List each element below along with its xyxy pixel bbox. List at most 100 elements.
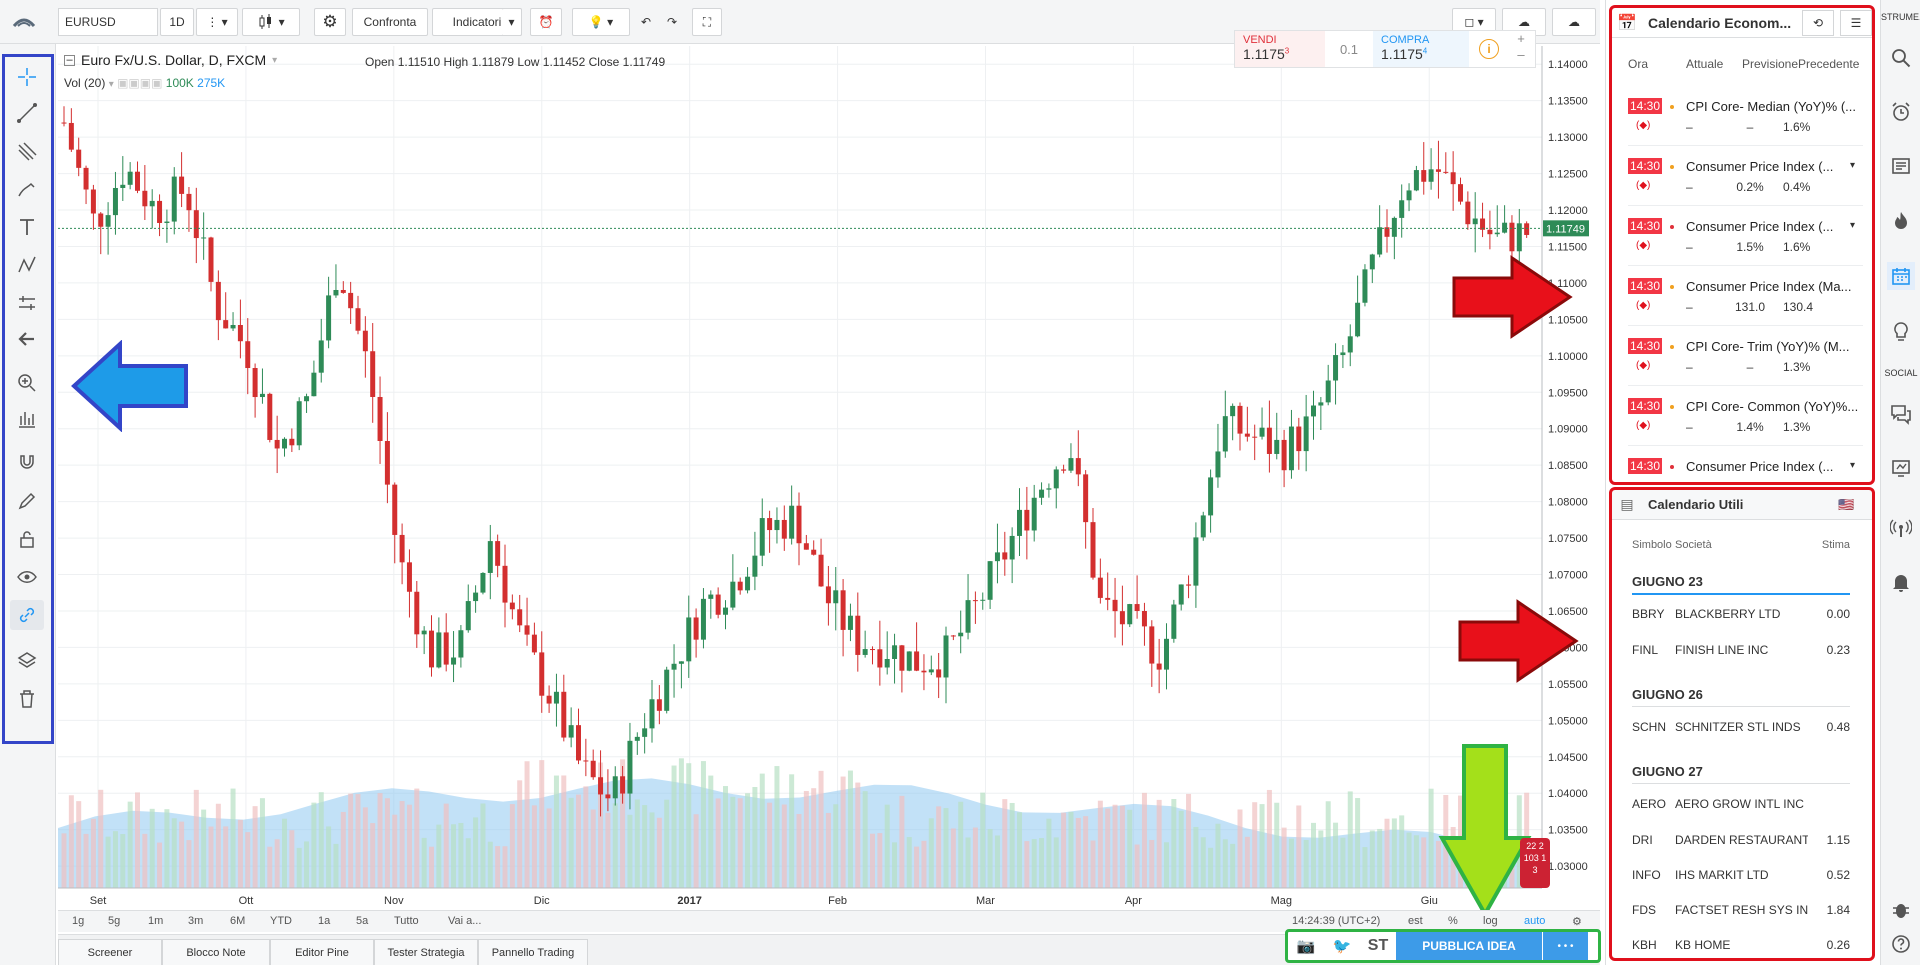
expand-icon[interactable]: ▾ <box>1850 220 1855 231</box>
publish-idea-button[interactable]: PUBBLICA IDEA <box>1396 932 1542 960</box>
price-chart[interactable]: 1.14000 1.13500 1.13000 1.12500 1.12000 1.115… <box>58 46 1600 912</box>
earnings-row[interactable]: FINL FINISH LINE INC 0.23 <box>1632 643 1850 663</box>
alert-button[interactable]: ⏰ <box>530 8 562 36</box>
indicators-dropdown[interactable]: ▾ <box>502 8 522 36</box>
chevron-down-icon[interactable]: ▾ <box>272 55 277 66</box>
percent-toggle[interactable]: % <box>1448 915 1458 927</box>
range-1m[interactable]: 1m <box>148 915 163 927</box>
list-icon[interactable]: ☰ <box>1840 9 1872 36</box>
help-button[interactable] <box>1887 930 1915 958</box>
tab-notes[interactable]: Blocco Note <box>162 939 270 965</box>
interval-menu-button[interactable]: ⋮ ▾ <box>196 8 238 36</box>
range-5d[interactable]: 5g <box>108 915 120 927</box>
earnings-row[interactable]: INFO IHS MARKIT LTD 0.52 <box>1632 868 1850 888</box>
expand-icon[interactable]: ▾ <box>1850 160 1855 171</box>
earnings-row[interactable]: SCHN SCHNITZER STL INDS 0.48 <box>1632 720 1850 740</box>
chevron-down-icon[interactable]: ▾ <box>109 79 114 90</box>
range-5y[interactable]: 5a <box>356 915 368 927</box>
settings-button[interactable]: ⚙ <box>314 8 346 36</box>
econ-event[interactable]: 14:30 (◆) Consumer Price Index (... ▾ – … <box>1628 146 1863 206</box>
log-toggle[interactable]: log <box>1483 915 1498 927</box>
candle-body <box>752 555 758 577</box>
volume-bar <box>443 803 449 888</box>
legend-settings-icon[interactable]: ▣▣▣▣ <box>117 76 162 90</box>
range-all[interactable]: Tutto <box>394 915 419 927</box>
camera-icon[interactable]: 📷 <box>1288 937 1324 955</box>
earnings-row[interactable]: DRI DARDEN RESTAURANTS II 1.15 <box>1632 833 1850 853</box>
range-3m[interactable]: 3m <box>188 915 203 927</box>
range-ytd[interactable]: YTD <box>270 915 292 927</box>
event-time: 14:30 <box>1628 458 1662 474</box>
auto-toggle[interactable]: auto <box>1524 915 1545 927</box>
alarm-icon <box>1892 102 1910 121</box>
cloud-save-button[interactable]: ☁ <box>1552 8 1596 36</box>
volume-title[interactable]: Vol (20) <box>64 76 105 90</box>
event-previous: 1.3% <box>1783 420 1811 434</box>
range-1y[interactable]: 1a <box>318 915 330 927</box>
econ-event[interactable]: 14:30 (◆) CPI Core- Median (YoY)% (... –… <box>1628 86 1863 146</box>
news-button[interactable] <box>1887 152 1915 180</box>
more-options-button[interactable]: • • • <box>1542 932 1588 960</box>
sell-button[interactable]: VENDI 1.11753 <box>1235 31 1325 67</box>
candle-body <box>1413 170 1419 191</box>
range-1d[interactable]: 1g <box>72 915 84 927</box>
notifications-button[interactable] <box>1887 568 1915 596</box>
candle-body <box>1347 336 1353 353</box>
earnings-row[interactable]: KBH KB HOME 0.26 <box>1632 938 1850 958</box>
earnings-row[interactable]: FDS FACTSET RESH SYS INC 1.84 <box>1632 903 1850 923</box>
econ-event[interactable]: 14:30 (◆) CPI Core- Common (YoY)%... – 1… <box>1628 386 1863 446</box>
us-flag-icon[interactable]: 🇺🇸 <box>1838 497 1854 513</box>
volume-bar <box>752 787 758 888</box>
ideas-button[interactable]: 💡 ▾ <box>572 8 630 36</box>
volume-bar <box>1002 799 1008 888</box>
earnings-row[interactable]: BBRY BLACKBERRY LTD 0.00 <box>1632 607 1850 627</box>
streams-button[interactable] <box>1887 514 1915 542</box>
econ-event[interactable]: 14:30 Consumer Price Index (... ▾ <box>1628 446 1863 474</box>
goto-date[interactable]: Vai a... <box>448 915 481 927</box>
econ-event[interactable]: 14:30 (◆) Consumer Price Index (Ma... – … <box>1628 266 1863 326</box>
tab-trading-panel[interactable]: Pannello Trading <box>478 939 588 965</box>
fullscreen-button[interactable]: ⛶ <box>692 8 722 36</box>
canada-flag-icon: (◆) <box>1636 240 1651 251</box>
econ-event[interactable]: 14:30 (◆) CPI Core- Trim (YoY)% (M... – … <box>1628 326 1863 386</box>
clock-display[interactable]: 14:24:39 (UTC+2) <box>1292 915 1380 927</box>
tab-pine-editor[interactable]: Editor Pine <box>270 939 374 965</box>
volume-bar <box>98 789 104 888</box>
candle-body <box>1039 489 1045 498</box>
buy-button[interactable]: COMPRA 1.11754 <box>1373 31 1469 67</box>
ideas-stream-button[interactable] <box>1887 318 1915 346</box>
extended-hours-toggle[interactable]: est <box>1408 915 1423 927</box>
econ-event[interactable]: 14:30 (◆) Consumer Price Index (... ▾ – … <box>1628 206 1863 266</box>
collapse-icon[interactable]: – <box>64 54 75 66</box>
alerts-button[interactable] <box>1887 98 1915 126</box>
tradingview-logo-icon[interactable] <box>12 12 36 32</box>
volume-bar <box>1428 788 1434 888</box>
undo-button[interactable]: ↶ <box>634 8 658 36</box>
watchlist-button[interactable] <box>1887 44 1915 72</box>
gear-icon[interactable]: ⚙ <box>1572 915 1582 928</box>
chats-button[interactable] <box>1887 400 1915 428</box>
volume-bar <box>83 833 89 888</box>
range-6m[interactable]: 6M <box>230 915 245 927</box>
candle-body <box>502 565 508 603</box>
zoom-plus-icon[interactable]: + <box>1509 31 1533 47</box>
chart-style-button[interactable]: ▾ <box>242 8 300 36</box>
zoom-minus-icon[interactable]: – <box>1509 47 1533 63</box>
hotlists-button[interactable] <box>1887 206 1915 234</box>
stocktwits-button[interactable]: ST <box>1360 937 1396 955</box>
series-title[interactable]: Euro Fx/U.S. Dollar, D, FXCM <box>81 52 266 68</box>
expand-icon[interactable]: ▾ <box>1850 460 1855 471</box>
calendar-button[interactable] <box>1887 262 1915 290</box>
tab-screener[interactable]: Screener <box>58 939 162 965</box>
tab-strategy-tester[interactable]: Tester Strategia <box>374 939 478 965</box>
twitter-icon[interactable]: 🐦 <box>1324 937 1360 955</box>
private-chats-button[interactable] <box>1887 454 1915 482</box>
symbol-search-input[interactable] <box>58 8 158 36</box>
info-button[interactable]: i <box>1469 31 1509 67</box>
debug-button[interactable] <box>1887 896 1915 924</box>
redo-button[interactable]: ↷ <box>660 8 684 36</box>
interval-button[interactable]: 1D <box>160 8 194 36</box>
compare-button[interactable]: Confronta <box>352 8 428 36</box>
earnings-row[interactable]: AERO AERO GROW INTL INC <box>1632 797 1850 817</box>
history-icon[interactable]: ⟲ <box>1802 9 1834 36</box>
